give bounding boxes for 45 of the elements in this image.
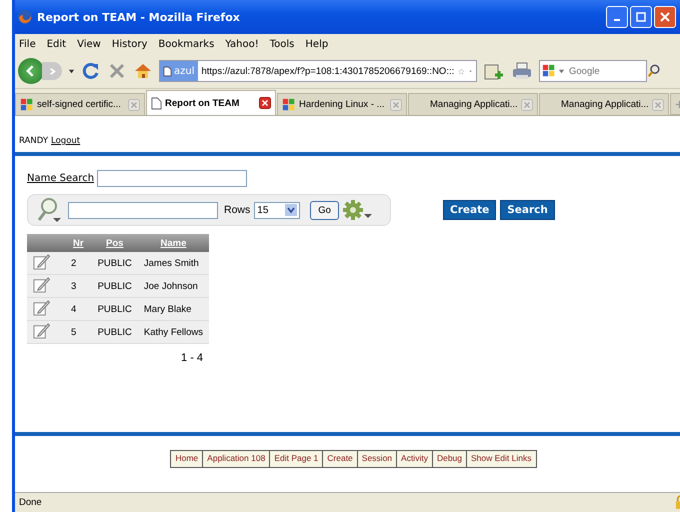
table-cell: PUBLIC [92,252,138,274]
action-button[interactable]: Search [500,200,555,220]
table-cell: 5 [65,320,92,344]
footer-link[interactable]: Debug [432,451,468,467]
footer-link[interactable]: Activity [397,451,433,467]
footer-link[interactable]: Create [323,451,358,467]
table-cell: PUBLIC [92,320,138,344]
table-cell: Joe Johnson [138,274,210,298]
table-cell: 2 [65,252,92,274]
rows-select[interactable]: 15 [254,202,300,218]
browser-tab[interactable]: Managing Applicati... [408,93,538,115]
action-button[interactable]: Create [443,200,496,220]
name-search-label: Name Search [27,173,94,184]
logout-link[interactable]: Logout [51,136,80,146]
browser-tab[interactable]: Hardening Linux - ... [277,93,407,115]
footer-link[interactable]: Edit Page 1 [270,451,324,467]
pagination-text: 1 - 4 [181,352,204,364]
table-cell: PUBLIC [92,298,138,320]
browser-tab[interactable]: Managing Applicati... [539,93,669,115]
menu-item[interactable]: File [19,38,36,50]
browser-tab[interactable]: self-signed certific... [15,93,145,115]
table-cell: James Smith [138,252,210,274]
menu-item[interactable]: View [77,38,101,50]
menu-item[interactable]: Help [305,38,328,50]
window-title: Report on TEAM - Mozilla Firefox [37,10,240,24]
menu-item[interactable]: Edit [46,38,66,50]
footer-link[interactable]: Show Edit Links [467,451,536,467]
rows-label: Rows [224,204,250,216]
menu-item[interactable]: Bookmarks [158,38,214,50]
table-cell: 4 [65,298,92,320]
status-text: Done [19,497,42,508]
browser-tab[interactable]: Report on TEAM [146,90,276,115]
footer-link[interactable]: Session [358,451,398,467]
table-cell: Kathy Fellows [138,320,210,344]
url-field[interactable]: azul https://azul:7878/apex/f?p=108:1:4301785206679169::NO::: [159,60,477,82]
footer-link[interactable]: Application 108 [203,451,270,467]
footer-link[interactable]: Home [171,451,204,467]
table-cell: Mary Blake [138,298,210,320]
user-name: RANDY [19,136,48,146]
table-cell: 3 [65,274,92,298]
go-button[interactable]: Go [310,200,339,220]
menu-item[interactable]: History [112,38,148,50]
table-cell: PUBLIC [92,274,138,298]
menu-item[interactable]: Tools [270,38,294,50]
menu-item[interactable]: Yahoo! [225,38,259,50]
